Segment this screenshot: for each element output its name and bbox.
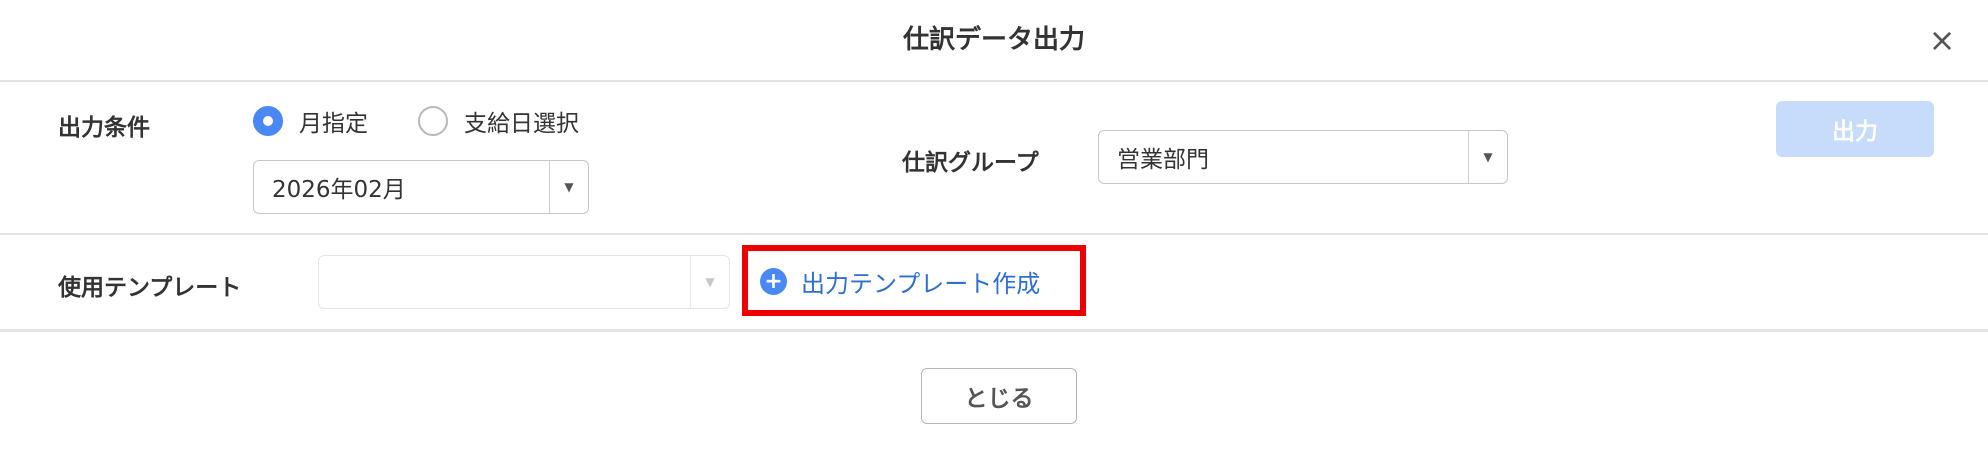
month-select[interactable]: 2026年02月 ▼	[253, 160, 589, 214]
caret-down-icon[interactable]: ▼	[549, 161, 588, 213]
close-icon[interactable]: ×	[1920, 18, 1964, 62]
header-divider	[0, 80, 1988, 82]
journal-group-label: 仕訳グループ	[902, 150, 1039, 176]
footer-divider	[0, 329, 1988, 332]
section-divider	[0, 233, 1988, 235]
caret-down-icon: ▼	[690, 256, 729, 308]
radio-month-indicator	[253, 106, 283, 136]
journal-group-value: 営業部門	[1117, 147, 1209, 173]
template-label: 使用テンプレート	[58, 275, 242, 301]
radio-payday-label: 支給日選択	[464, 111, 579, 137]
output-condition-label: 出力条件	[58, 115, 150, 141]
close-button[interactable]: とじる	[921, 368, 1077, 424]
radio-payday[interactable]: 支給日選択	[418, 104, 579, 138]
radio-month[interactable]: 月指定	[253, 104, 368, 138]
template-select[interactable]: ▼	[318, 255, 730, 309]
plus-circle-icon: +	[760, 267, 787, 295]
journal-group-select[interactable]: 営業部門 ▼	[1098, 130, 1508, 184]
caret-down-icon[interactable]: ▼	[1468, 131, 1507, 183]
radio-month-label: 月指定	[299, 111, 368, 137]
dialog-title: 仕訳データ出力	[902, 25, 1085, 55]
create-template-label: 出力テンプレート作成	[801, 269, 1041, 298]
output-button[interactable]: 出力	[1776, 101, 1934, 157]
create-template-link[interactable]: + 出力テンプレート作成	[760, 262, 1040, 300]
month-select-value: 2026年02月	[272, 177, 406, 203]
radio-payday-indicator	[418, 106, 448, 136]
